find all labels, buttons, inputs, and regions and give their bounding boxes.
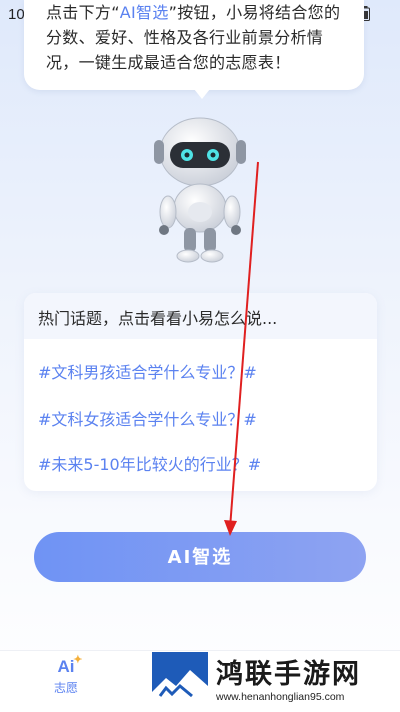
- topic-link[interactable]: #未来5-10年比较火的行业？#: [38, 451, 261, 475]
- bubble-line-3: 况，一键生成最适合您的志愿表！: [46, 53, 291, 72]
- speech-bubble-tail: [194, 89, 210, 99]
- watermark-logo-icon: [152, 652, 208, 708]
- watermark-title: 鸿联手游网: [216, 659, 361, 690]
- watermark: 鸿联手游网 www.henanhonglian95.com: [152, 652, 392, 710]
- watermark-url: www.henanhonglian95.com: [216, 691, 345, 703]
- ai-highlight: AI智选: [119, 3, 169, 22]
- bubble-line-1: 点击下方“AI智选”按钮，小易将结合您的: [46, 3, 341, 22]
- ai-select-button[interactable]: AI智选: [34, 532, 366, 582]
- bubble-message: 点击下方“AI智选”按钮，小易将结合您的 分数、爱好、性格及各行业前景分析情 况…: [46, 0, 364, 75]
- tab-volunteer-label: 志愿: [53, 681, 78, 695]
- tab-volunteer[interactable]: Ai ✦ 志愿: [38, 654, 94, 696]
- topic-link[interactable]: #文科女孩适合学什么专业？#: [38, 406, 257, 430]
- sparkle-icon: ✦: [73, 654, 83, 666]
- ai-select-button-label: AI智选: [167, 547, 233, 568]
- hot-topics-header: 热门话题，点击看看小易怎么说...: [24, 293, 377, 339]
- ai-tab-icon: Ai ✦: [57, 654, 83, 676]
- hot-topics-title: 热门话题，点击看看小易怎么说...: [38, 309, 278, 328]
- bubble-line-2: 分数、爱好、性格及各行业前景分析情: [46, 28, 324, 47]
- hot-topics-card: 热门话题，点击看看小易怎么说... #文科男孩适合学什么专业？# #文科女孩适合…: [24, 293, 377, 491]
- robot-mascot: [154, 117, 246, 263]
- topic-link[interactable]: #文科男孩适合学什么专业？#: [38, 359, 257, 383]
